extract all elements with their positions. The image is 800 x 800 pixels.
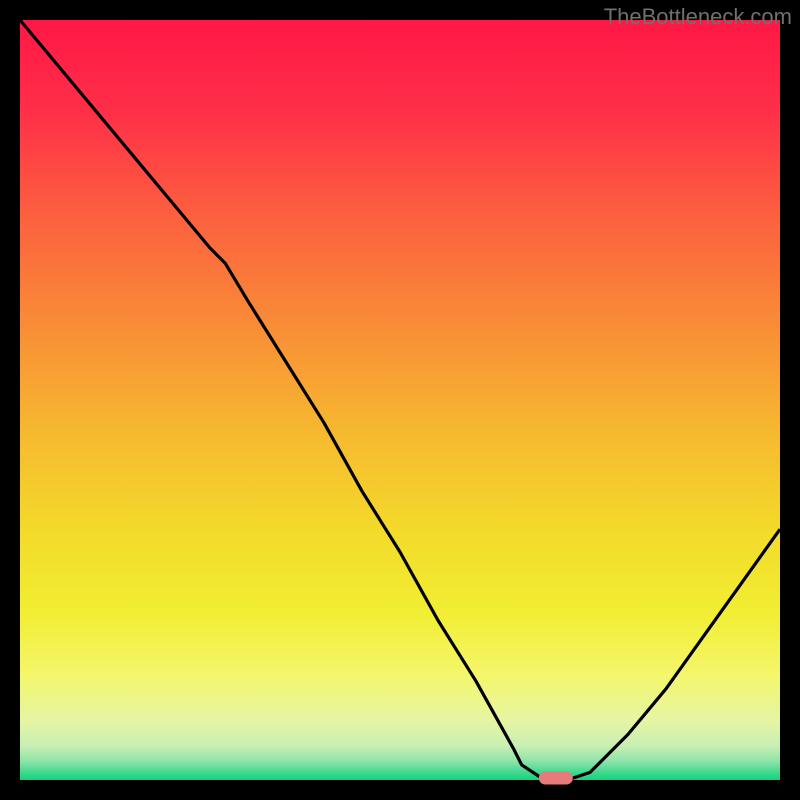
bottleneck-chart: [0, 0, 800, 800]
plot-background: [20, 20, 780, 780]
optimal-marker: [539, 772, 573, 785]
chart-container: TheBottleneck.com: [0, 0, 800, 800]
watermark-text: TheBottleneck.com: [604, 4, 792, 30]
